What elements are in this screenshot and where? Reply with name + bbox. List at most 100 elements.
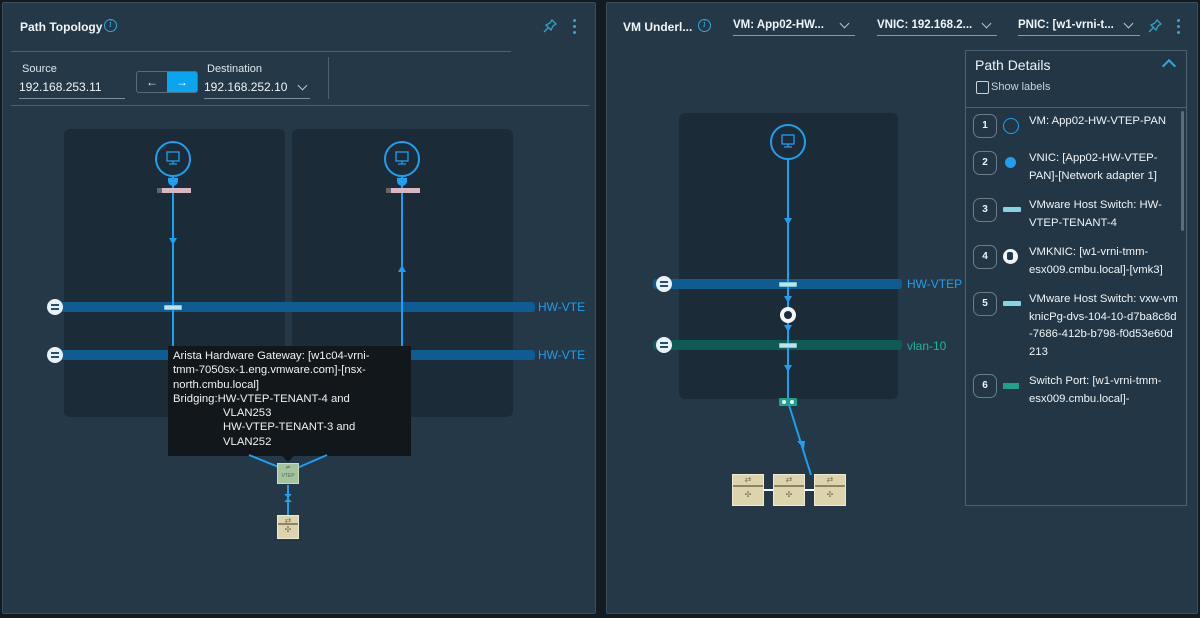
vlan-band-label: vlan-10	[907, 339, 947, 353]
router-icon: ✣	[284, 524, 292, 534]
vm-node-destination[interactable]	[384, 141, 420, 177]
destination-select[interactable]: 192.168.252.10	[204, 79, 310, 99]
host-switch-icon	[1003, 301, 1021, 306]
step-text: VMKNIC: [w1-vrni-tmm-esx009.cmbu.local]-…	[1029, 246, 1163, 276]
vm-label-tag	[157, 188, 191, 193]
path-detail-item[interactable]: 2 VNIC: [App02-HW-VTEP-PAN]-[Network ada…	[973, 150, 1185, 185]
switch-icon: ⇄	[774, 475, 804, 487]
path-detail-item[interactable]: 5 VMware Host Switch: vxw-vmknicPg-dvs-1…	[973, 291, 1185, 361]
step-text: VMware Host Switch: HW-VTEP-TENANT-4	[1029, 199, 1162, 229]
path-topology-panel: Path Topology i Source 192.168.253.11 ← …	[2, 2, 596, 614]
vm-node-source[interactable]	[155, 141, 191, 177]
router-icon: ✣	[744, 490, 752, 499]
monitor-icon	[781, 134, 795, 148]
destination-value: 192.168.252.10	[204, 80, 288, 94]
tooltip-line: VLAN253	[223, 407, 272, 420]
info-icon[interactable]: i	[104, 19, 117, 32]
more-options-icon[interactable]	[573, 19, 577, 34]
switch-icon: ⇄	[815, 475, 845, 487]
vm-node[interactable]	[770, 124, 806, 160]
step-text: VNIC: [App02-HW-VTEP-PAN]-[Network adapt…	[1029, 152, 1158, 182]
device-link	[764, 489, 773, 491]
pin-icon[interactable]	[543, 19, 557, 33]
tooltip-line: Bridging:HW-VTEP-TENANT-4 and	[173, 392, 350, 405]
switch-icon: ⇄	[733, 475, 763, 487]
source-label: Source	[22, 63, 57, 75]
vtep-label: VTEP	[281, 473, 295, 479]
network-band[interactable]	[653, 279, 902, 289]
switch-icon: ⇄	[278, 516, 298, 525]
path-detail-item[interactable]: 4 VMKNIC: [w1-vrni-tmm-esx009.cmbu.local…	[973, 244, 1185, 279]
path-detail-item[interactable]: 6 Switch Port: [w1-vrni-tmm-esx009.cmbu.…	[973, 373, 1185, 408]
flow-arrow-icon	[398, 265, 406, 272]
monitor-icon	[395, 151, 409, 165]
chevron-down-icon	[981, 18, 992, 29]
info-icon[interactable]: i	[698, 19, 711, 32]
step-text: Switch Port: [w1-vrni-tmm-esx009.cmbu.lo…	[1029, 375, 1162, 405]
path-wire	[787, 153, 789, 399]
hardware-vtep-node[interactable]: ⇄ VTEP	[277, 463, 299, 484]
vm-dropdown[interactable]: VM: App02-HW...	[733, 18, 855, 36]
direction-forward-button[interactable]: →	[167, 72, 197, 92]
path-detail-item[interactable]: 1 VM: App02-HW-VTEP-PAN	[973, 113, 1185, 138]
tooltip-line: tmm-7050sx-1.eng.vmware.com]-[nsx-	[173, 364, 366, 377]
direction-toggle[interactable]: ← →	[136, 71, 198, 93]
physical-switch-node[interactable]: ⇄ ✣	[732, 474, 764, 506]
panel-title: VM Underl...	[623, 20, 693, 34]
network-band-label: HW-VTE	[538, 300, 586, 314]
flow-arrow-icon	[784, 365, 792, 372]
logical-switch-icon[interactable]	[656, 276, 672, 292]
network-band-label: HW-VTE	[538, 348, 586, 362]
vm-icon	[1003, 118, 1019, 134]
vlan-band[interactable]	[653, 340, 902, 350]
router-icon: ✣	[785, 490, 793, 499]
vnic-dropdown-value: VNIC: 192.168.2...	[877, 19, 973, 31]
step-text: VM: App02-HW-VTEP-PAN	[1029, 115, 1167, 127]
flow-arrow-icon	[169, 238, 177, 245]
vm-label-tag	[386, 188, 420, 193]
path-details-scrollbar[interactable]	[1181, 111, 1184, 231]
host-switch-chip[interactable]	[779, 282, 797, 287]
step-number: 1	[973, 114, 997, 138]
pnic-dropdown[interactable]: PNIC: [w1-vrni-t...	[1018, 18, 1140, 36]
path-details-panel: Path Details Show labels 1 VM: App02-HW-…	[965, 50, 1187, 506]
flow-arrow-icon	[784, 218, 792, 225]
step-number: 3	[973, 198, 997, 222]
device-link	[805, 489, 814, 491]
physical-switch-node[interactable]: ⇄ ✣	[814, 474, 846, 506]
vnic-icon	[1005, 157, 1016, 168]
chevron-down-icon	[839, 18, 850, 29]
path-details-list: 1 VM: App02-HW-VTEP-PAN 2 VNIC: [App02-H…	[973, 113, 1185, 501]
network-band-label: HW-VTEP	[907, 277, 963, 291]
switch-port-icon	[1003, 383, 1019, 389]
logical-switch-icon[interactable]	[47, 347, 63, 363]
more-options-icon[interactable]	[1177, 19, 1181, 34]
network-band[interactable]	[49, 302, 535, 312]
step-number: 6	[973, 374, 997, 398]
pin-icon[interactable]	[1148, 19, 1162, 33]
vmknic-icon[interactable]	[780, 307, 796, 323]
chevron-up-icon[interactable]	[1161, 58, 1177, 74]
vmknic-icon	[1003, 249, 1018, 264]
tooltip-line: HW-VTEP-TENANT-3 and	[223, 421, 356, 434]
tooltip-line: VLAN252	[223, 435, 272, 448]
source-input[interactable]: 192.168.253.11	[19, 79, 125, 99]
flow-arrow-icon	[784, 296, 792, 303]
show-labels-checkbox[interactable]	[976, 81, 989, 94]
step-number: 2	[973, 151, 997, 175]
physical-switch-node[interactable]: ⇄ ✣	[277, 515, 299, 539]
host-switch-chip[interactable]	[779, 343, 797, 348]
monitor-icon	[166, 151, 180, 165]
show-labels-label[interactable]: Show labels	[991, 81, 1050, 93]
vlan-icon[interactable]	[656, 337, 672, 353]
switch-port-chip[interactable]	[164, 305, 182, 310]
physical-switch-node[interactable]: ⇄ ✣	[773, 474, 805, 506]
direction-reverse-button[interactable]: ←	[137, 72, 167, 92]
step-text: VMware Host Switch: vxw-vmknicPg-dvs-104…	[1029, 293, 1178, 358]
panel-title: Path Topology	[20, 20, 103, 34]
vnic-dropdown[interactable]: VNIC: 192.168.2...	[877, 18, 997, 36]
flow-arrow-icon	[784, 325, 792, 332]
path-detail-item[interactable]: 3 VMware Host Switch: HW-VTEP-TENANT-4	[973, 197, 1185, 232]
path-details-title: Path Details	[975, 57, 1051, 73]
logical-switch-icon[interactable]	[47, 299, 63, 315]
